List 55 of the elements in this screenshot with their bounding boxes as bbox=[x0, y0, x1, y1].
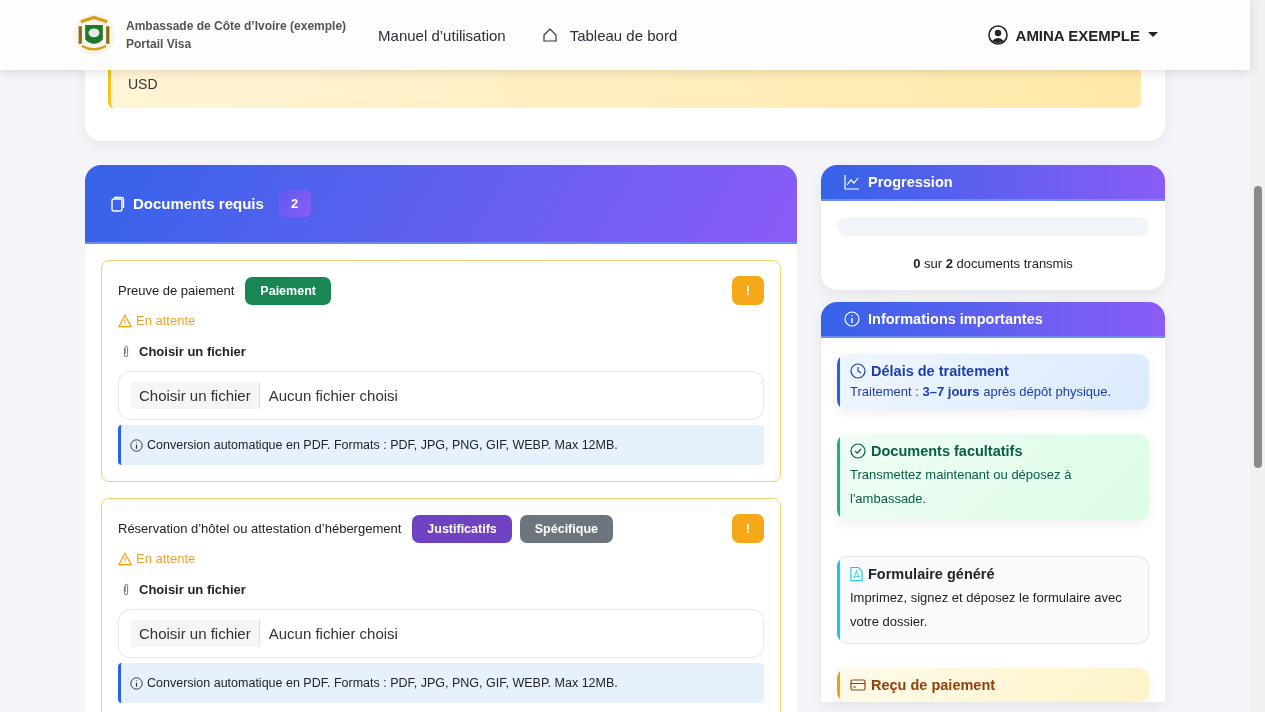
status-text: En attente bbox=[136, 551, 196, 566]
file-input[interactable]: Choisir un fichier Aucun fichier choisi bbox=[118, 609, 764, 658]
paperclip-icon bbox=[122, 583, 130, 596]
file-input[interactable]: Choisir un fichier Aucun fichier choisi bbox=[118, 371, 764, 420]
progress-summary: 0 sur 2 documents transmis bbox=[913, 256, 1073, 271]
warning-badge: ! bbox=[731, 276, 764, 305]
credit-card-icon bbox=[850, 678, 866, 692]
choose-file-button[interactable]: Choisir un fichier bbox=[131, 620, 260, 647]
caret-icon bbox=[1148, 32, 1158, 38]
chart-icon bbox=[844, 174, 860, 190]
category-tag: Spécifique bbox=[519, 514, 613, 543]
clock-icon bbox=[850, 363, 866, 379]
info-icon bbox=[844, 311, 860, 327]
documents-icon bbox=[109, 195, 125, 212]
check-circle-icon bbox=[850, 443, 866, 459]
pdf-file-icon bbox=[850, 566, 863, 582]
nav-link[interactable]: Tableau de bord bbox=[541, 26, 678, 44]
emblem-icon bbox=[72, 13, 116, 57]
document-name: Réservation d’hôtel ou attestation d’hébergement bbox=[118, 521, 402, 536]
nav-link[interactable]: Manuel d’utilisation bbox=[378, 26, 506, 44]
brand-subtitle: Portail Visa bbox=[126, 37, 193, 51]
info-text: Imprimez, signez et déposez le formulaire avec votre dossier. bbox=[850, 589, 1123, 631]
warning-badge: ! bbox=[731, 514, 764, 543]
info-title: Formulaire généré bbox=[868, 566, 995, 582]
category-tag: Justificatifs bbox=[412, 514, 512, 543]
field-label: Choisir un fichier bbox=[139, 344, 246, 359]
info-icon bbox=[130, 676, 143, 690]
home-icon bbox=[541, 27, 558, 43]
paperclip-icon bbox=[122, 345, 130, 358]
info-title: Délais de traitement bbox=[871, 363, 1009, 379]
panel-title: Documents requis bbox=[133, 195, 264, 212]
warning-icon bbox=[118, 313, 132, 328]
file-value: Aucun fichier choisi bbox=[268, 387, 398, 404]
count-badge: 2 bbox=[277, 190, 312, 217]
panel-title: Informations importantes bbox=[868, 311, 1043, 327]
warning-icon bbox=[118, 551, 132, 566]
status-text: En attente bbox=[136, 313, 196, 328]
hint-text: Conversion automatique en PDF. Formats : PDF, JPG, PNG, GIF, WEBP. Max 12MB. bbox=[147, 676, 618, 690]
user-icon bbox=[987, 25, 1008, 45]
choose-file-button[interactable]: Choisir un fichier bbox=[131, 382, 260, 409]
info-title: Reçu de paiement bbox=[871, 677, 996, 693]
document-name: Preuve de paiement bbox=[118, 283, 235, 298]
field-label: Choisir un fichier bbox=[139, 582, 246, 597]
user-menu[interactable]: AMINA EXEMPLE bbox=[987, 25, 1158, 45]
info-text: Transmettez maintenant ou déposez à l'ambassade. bbox=[850, 466, 1073, 508]
alert-text: USD bbox=[128, 76, 158, 92]
scrollbar[interactable] bbox=[1250, 0, 1265, 712]
info-text: Traitement : 3–7 jours après dépôt physique. bbox=[850, 383, 1112, 401]
panel-title: Progression bbox=[868, 174, 953, 190]
file-value: Aucun fichier choisi bbox=[268, 625, 398, 642]
hint-text: Conversion automatique en PDF. Formats : PDF, JPG, PNG, GIF, WEBP. Max 12MB. bbox=[147, 438, 618, 452]
info-title: Documents facultatifs bbox=[871, 443, 1023, 459]
category-tag: Paiement bbox=[245, 276, 331, 305]
info-icon bbox=[130, 438, 143, 452]
brand-title: Ambassade de Côte d’Ivoire (exemple) bbox=[126, 19, 347, 33]
